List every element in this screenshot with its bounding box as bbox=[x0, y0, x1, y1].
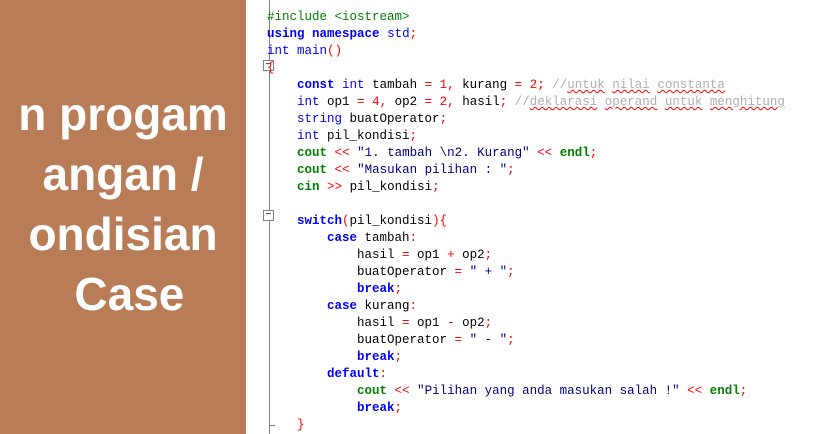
code-line[interactable]: const int tambah = 1, kurang = 2; //untu… bbox=[267, 77, 785, 94]
code-line[interactable]: #include <iostream> bbox=[267, 9, 785, 26]
code-line[interactable]: ​ bbox=[267, 196, 785, 213]
code-line[interactable]: case tambah: bbox=[267, 230, 785, 247]
code-line[interactable]: buatOperator = " - "; bbox=[267, 332, 785, 349]
code-line[interactable]: cout << "1. tambah \n2. Kurang" << endl; bbox=[267, 145, 785, 162]
code-line[interactable]: buatOperator = " + "; bbox=[267, 264, 785, 281]
fold-gutter: − − bbox=[254, 0, 275, 434]
code-line[interactable]: switch(pil_kondisi){ bbox=[267, 213, 785, 230]
code-editor[interactable]: − − #include <iostream> using namespace s… bbox=[246, 0, 827, 434]
code-line[interactable]: int pil_kondisi; bbox=[267, 128, 785, 145]
code-line[interactable]: break; bbox=[267, 400, 785, 417]
code-line[interactable]: { bbox=[267, 60, 785, 77]
code-text[interactable]: #include <iostream> using namespace std; i… bbox=[267, 9, 785, 434]
code-line[interactable]: cin >> pil_kondisi; bbox=[267, 179, 785, 196]
code-line[interactable]: cout << "Pilihan yang anda masukan salah… bbox=[267, 383, 785, 400]
code-line[interactable]: int main() bbox=[267, 43, 785, 60]
code-line[interactable]: hasil = op1 - op2; bbox=[267, 315, 785, 332]
code-line[interactable]: hasil = op1 + op2; bbox=[267, 247, 785, 264]
code-line[interactable]: using namespace std; bbox=[267, 26, 785, 43]
code-line[interactable]: break; bbox=[267, 349, 785, 366]
slide-title: n progam angan / ondisian Case bbox=[18, 88, 228, 320]
code-line[interactable]: } bbox=[267, 417, 785, 434]
code-line[interactable]: case kurang: bbox=[267, 298, 785, 315]
code-line[interactable]: cout << "Masukan pilihan : "; bbox=[267, 162, 785, 179]
code-line[interactable]: break; bbox=[267, 281, 785, 298]
code-line[interactable]: default: bbox=[267, 366, 785, 383]
code-line[interactable]: string buatOperator; bbox=[267, 111, 785, 128]
code-line[interactable]: int op1 = 4, op2 = 2, hasil; //deklarasi… bbox=[267, 94, 785, 111]
slide-panel: n progam angan / ondisian Case bbox=[0, 0, 246, 434]
